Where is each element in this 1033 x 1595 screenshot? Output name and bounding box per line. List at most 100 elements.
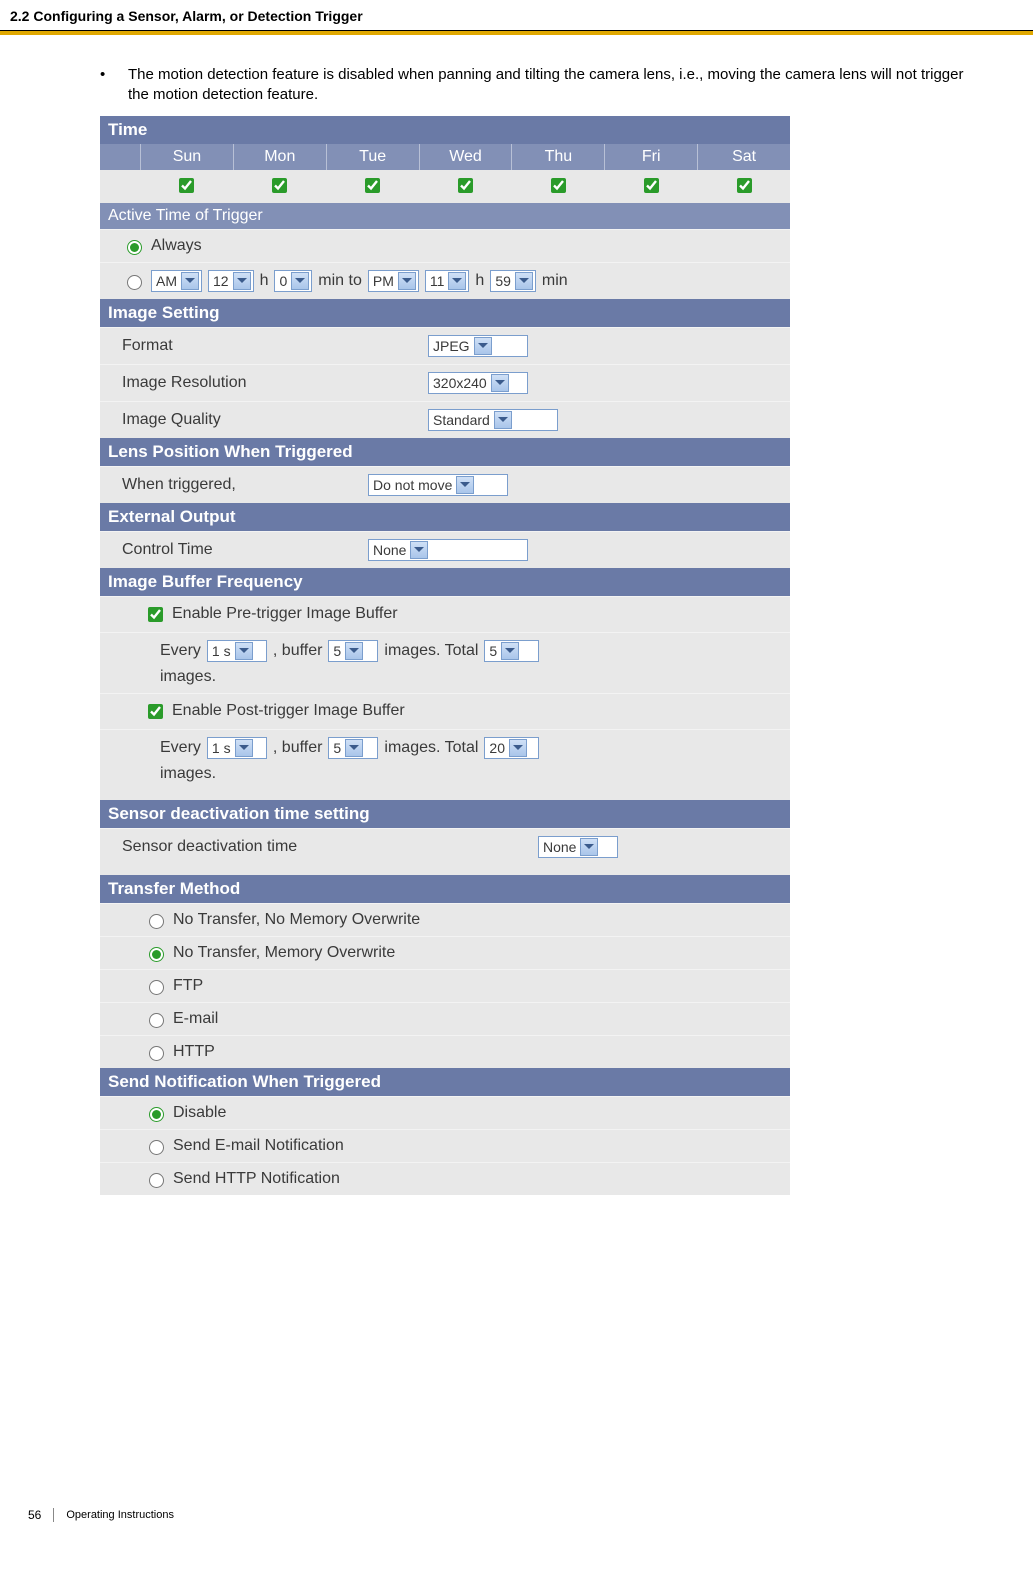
- transfer-opt2-row: No Transfer, Memory Overwrite: [100, 936, 790, 969]
- ampm-from-select[interactable]: AM: [151, 270, 202, 292]
- deact-select[interactable]: None: [538, 836, 618, 858]
- header-rule: [0, 30, 1033, 35]
- min-from-select[interactable]: 0: [274, 270, 312, 292]
- pre-config-row: Every 1 s , buffer 5 images. Total 5 ima…: [100, 632, 790, 693]
- post-count-select[interactable]: 5: [328, 737, 378, 759]
- h-label-2: h: [475, 272, 484, 290]
- pre-interval-select[interactable]: 1 s: [207, 640, 267, 662]
- radio-email[interactable]: [149, 1013, 164, 1028]
- check-mon[interactable]: [272, 178, 287, 193]
- notify-opt2-label: Send E-mail Notification: [173, 1137, 344, 1155]
- check-fri[interactable]: [644, 178, 659, 193]
- post-enable-row: Enable Post-trigger Image Buffer: [100, 693, 790, 729]
- check-wed[interactable]: [458, 178, 473, 193]
- post-enable-label: Enable Post-trigger Image Buffer: [172, 702, 405, 720]
- post-total-select[interactable]: 20: [484, 737, 539, 759]
- radio-overwrite[interactable]: [149, 947, 164, 962]
- external-select[interactable]: None: [368, 539, 528, 561]
- page-footer: 56 Operating Instructions: [0, 1488, 174, 1532]
- pre-count-select[interactable]: 5: [328, 640, 378, 662]
- day-fri: Fri: [605, 144, 698, 170]
- post-config-row: Every 1 s , buffer 5 images. Total 20 im…: [100, 729, 790, 790]
- check-sat[interactable]: [737, 178, 752, 193]
- external-row: Control Time None: [100, 531, 790, 568]
- transfer-opt5-row: HTTP: [100, 1035, 790, 1068]
- time-section-title: Time: [100, 116, 790, 144]
- transfer-opt4-label: E-mail: [173, 1010, 218, 1028]
- pre-every: Every: [160, 642, 201, 660]
- section-heading: 2.2 Configuring a Sensor, Alarm, or Dete…: [0, 0, 1033, 30]
- always-label: Always: [151, 237, 202, 255]
- hour-to-select[interactable]: 11: [425, 270, 470, 292]
- pre-images-end: images.: [160, 668, 216, 685]
- lens-select[interactable]: Do not move: [368, 474, 508, 496]
- resolution-select[interactable]: 320x240: [428, 372, 528, 394]
- transfer-opt1-row: No Transfer, No Memory Overwrite: [100, 903, 790, 936]
- ampm-to-select[interactable]: PM: [368, 270, 419, 292]
- transfer-opt3-row: FTP: [100, 969, 790, 1002]
- day-tue: Tue: [327, 144, 420, 170]
- pre-imagesword: images. Total: [384, 642, 478, 660]
- pre-bufferword: , buffer: [273, 642, 323, 660]
- format-row: Format JPEG: [100, 327, 790, 364]
- active-time-subhead: Active Time of Trigger: [100, 203, 790, 229]
- notify-title: Send Notification When Triggered: [100, 1068, 790, 1096]
- post-images-end: images.: [160, 765, 216, 782]
- day-mon: Mon: [234, 144, 327, 170]
- format-label: Format: [122, 337, 422, 355]
- buffer-title: Image Buffer Frequency: [100, 568, 790, 596]
- notify-opt1-row: Disable: [100, 1096, 790, 1129]
- radio-disable[interactable]: [149, 1107, 164, 1122]
- transfer-opt3-label: FTP: [173, 977, 203, 995]
- lens-label: When triggered,: [122, 476, 362, 494]
- page-number: 56: [28, 1508, 41, 1522]
- days-header: Sun Mon Tue Wed Thu Fri Sat: [100, 144, 790, 170]
- transfer-opt2-label: No Transfer, Memory Overwrite: [173, 944, 395, 962]
- pre-enable-row: Enable Pre-trigger Image Buffer: [100, 596, 790, 632]
- deact-label: Sensor deactivation time: [122, 838, 532, 856]
- external-title: External Output: [100, 503, 790, 531]
- doc-title: Operating Instructions: [66, 1509, 174, 1521]
- bullet-text: The motion detection feature is disabled…: [128, 65, 983, 106]
- time-range-row: AM 12 h 0 min to PM 11 h 59 min: [100, 262, 790, 299]
- format-select[interactable]: JPEG: [428, 335, 528, 357]
- content-area: • The motion detection feature is disabl…: [0, 65, 1033, 1195]
- check-thu[interactable]: [551, 178, 566, 193]
- radio-timerange[interactable]: [127, 275, 142, 290]
- check-sun[interactable]: [179, 178, 194, 193]
- post-bufferword: , buffer: [273, 739, 323, 757]
- day-wed: Wed: [420, 144, 513, 170]
- h-label: h: [260, 272, 269, 290]
- radio-ftp[interactable]: [149, 980, 164, 995]
- transfer-opt4-row: E-mail: [100, 1002, 790, 1035]
- pre-enable-label: Enable Pre-trigger Image Buffer: [172, 605, 398, 623]
- bullet-marker: •: [100, 65, 128, 106]
- quality-select[interactable]: Standard: [428, 409, 558, 431]
- radio-always[interactable]: [127, 240, 142, 255]
- deact-row: Sensor deactivation time None: [100, 828, 790, 865]
- min-label: min: [542, 272, 568, 290]
- hour-from-select[interactable]: 12: [208, 270, 254, 292]
- radio-http[interactable]: [149, 1046, 164, 1061]
- lens-row: When triggered, Do not move: [100, 466, 790, 503]
- quality-label: Image Quality: [122, 411, 422, 429]
- pre-total-select[interactable]: 5: [484, 640, 539, 662]
- post-every: Every: [160, 739, 201, 757]
- radio-send-email[interactable]: [149, 1140, 164, 1155]
- radio-no-overwrite[interactable]: [149, 914, 164, 929]
- day-sun: Sun: [141, 144, 234, 170]
- notify-opt1-label: Disable: [173, 1104, 226, 1122]
- resolution-label: Image Resolution: [122, 374, 422, 392]
- transfer-opt1-label: No Transfer, No Memory Overwrite: [173, 911, 420, 929]
- day-sat: Sat: [698, 144, 790, 170]
- bullet-note: • The motion detection feature is disabl…: [100, 65, 983, 106]
- post-interval-select[interactable]: 1 s: [207, 737, 267, 759]
- transfer-opt5-label: HTTP: [173, 1043, 215, 1061]
- radio-send-http[interactable]: [149, 1173, 164, 1188]
- min-to-select[interactable]: 59: [490, 270, 536, 292]
- check-tue[interactable]: [365, 178, 380, 193]
- notify-opt3-label: Send HTTP Notification: [173, 1170, 340, 1188]
- post-enable-check[interactable]: [148, 704, 163, 719]
- pre-enable-check[interactable]: [148, 607, 163, 622]
- quality-row: Image Quality Standard: [100, 401, 790, 438]
